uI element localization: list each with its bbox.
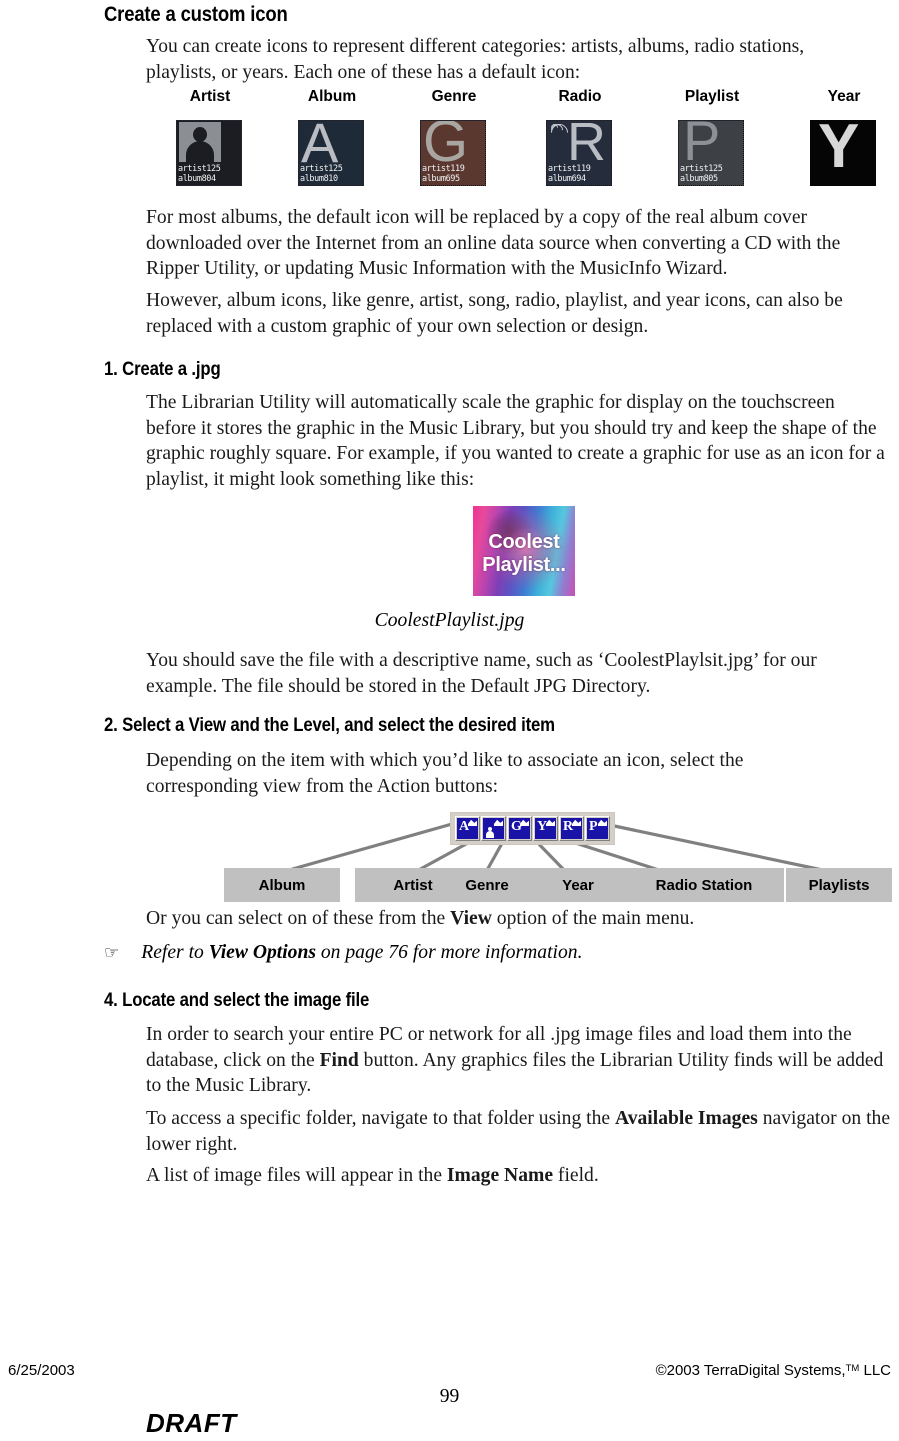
toolbar-glyph-album: A xyxy=(459,819,470,834)
action-button-genre[interactable]: G xyxy=(507,816,532,841)
default-icon-artist: artist125 album804 xyxy=(175,119,243,187)
footer-date: 6/25/2003 xyxy=(8,1362,75,1379)
action-button-album[interactable]: A xyxy=(455,816,480,841)
toolbar-glyph-radio: R xyxy=(563,819,574,834)
default-icon-year: Y xyxy=(810,120,876,186)
refer-to-note: ☞ Refer to View Options on page 76 for m… xyxy=(104,940,894,966)
section-2-menu-sentence: Or you can select on of these from the V… xyxy=(146,906,886,932)
paragraph-however: However, album icons, like genre, artist… xyxy=(146,290,843,337)
letter-p-glyph: P xyxy=(683,120,721,172)
note-pre: Refer to xyxy=(141,942,209,963)
person-silhouette-icon xyxy=(179,122,221,163)
s4p3-bold: Image Name xyxy=(446,1165,554,1186)
sample-image-line-1: Coolest xyxy=(488,531,560,553)
action-button-year[interactable]: Y xyxy=(533,816,558,841)
refer-to-note-text: Refer to View Options on page 76 for mor… xyxy=(141,942,582,963)
image-deco-icon xyxy=(572,819,581,826)
image-deco-icon xyxy=(546,819,555,826)
sample-image-caption: CoolestPlaylist.jpg xyxy=(374,610,525,631)
toolbar-glyph-playlists: P xyxy=(589,819,598,834)
s4p3-pre: A list of image files will appear in the xyxy=(146,1165,447,1186)
letter-r-glyph: R xyxy=(567,120,606,172)
image-deco-icon xyxy=(468,819,477,826)
section-4-paragraph-1: In order to search your entire PC or net… xyxy=(146,1022,891,1099)
note-bold: View Options xyxy=(208,942,316,963)
icon-meta-album: artist125 album810 xyxy=(300,164,343,184)
gallery-label-album: Album xyxy=(307,88,357,105)
footer-copyright: ©2003 TerraDigital Systems,TM LLC xyxy=(656,1362,891,1379)
draft-watermark: DRAFT xyxy=(146,1408,237,1438)
section-2-paragraph-1: Depending on the item with which you’d l… xyxy=(146,750,744,797)
section-2-heading: 2. Select a View and the Level, and sele… xyxy=(104,714,555,736)
gallery-label-year: Year xyxy=(827,88,861,105)
icon-meta-playlist: artist125 album805 xyxy=(680,164,723,184)
action-button-radio-station[interactable]: R xyxy=(559,816,584,841)
copyright-pre: ©2003 TerraDigital Systems, xyxy=(655,1362,846,1379)
footer-page-number: 99 xyxy=(439,1386,460,1407)
image-deco-icon xyxy=(494,819,503,826)
note-post: on page 76 for more information. xyxy=(315,942,583,963)
icon-meta-genre: artist119 album695 xyxy=(422,164,465,184)
letter-y-glyph: Y xyxy=(818,120,860,181)
menu-sentence-pre: Or you can select on of these from the xyxy=(146,908,451,929)
s4p2-pre: To access a specific folder, navigate to… xyxy=(146,1108,616,1129)
section-1-paragraph-1: The Librarian Utility will automatically… xyxy=(146,392,885,490)
action-button-artist[interactable] xyxy=(481,816,506,841)
document-page: Create a custom icon You can create icon… xyxy=(0,0,899,1441)
image-deco-icon xyxy=(598,819,607,826)
action-button-toolbar[interactable]: A G Y R P xyxy=(450,812,615,845)
default-icon-radio: R artist119 album694 xyxy=(546,120,612,186)
section-1-paragraph-2: You should save the file with a descript… xyxy=(146,650,817,697)
menu-sentence-post: option of the main menu. xyxy=(491,908,695,929)
callout-genre: Genre xyxy=(435,868,539,902)
gallery-label-genre: Genre xyxy=(431,88,477,105)
sample-image-line-2: Playlist... xyxy=(482,554,566,576)
toolbar-glyph-genre: G xyxy=(511,819,522,834)
section-4-paragraph-2: To access a specific folder, navigate to… xyxy=(146,1106,894,1157)
toolbar-glyph-year: Y xyxy=(537,819,548,834)
section-4-heading: 4. Locate and select the image file xyxy=(104,989,370,1011)
section-1-heading: 1. Create a .jpg xyxy=(104,358,221,380)
action-buttons-diagram: A G Y R P Album Artist Genre Year Radio … xyxy=(0,800,899,910)
icon-meta-radio: artist119 album694 xyxy=(548,164,591,184)
gallery-label-radio: Radio xyxy=(558,88,602,105)
default-icon-playlist: P artist125 album805 xyxy=(678,120,744,186)
action-button-playlists[interactable]: P xyxy=(585,816,610,841)
default-icon-album: A artist125 album810 xyxy=(297,119,365,187)
icon-meta-artist: artist125 album804 xyxy=(178,164,221,184)
callout-album: Album xyxy=(224,868,340,902)
section-4-paragraph-3: A list of image files will appear in the… xyxy=(146,1163,886,1189)
pointing-hand-icon: ☞ xyxy=(104,943,120,963)
copyright-post: LLC xyxy=(859,1362,891,1379)
callout-playlists: Playlists xyxy=(786,868,892,902)
person-glyph-icon xyxy=(486,827,494,838)
callout-year: Year xyxy=(530,868,626,902)
default-icon-genre: G artist119 album695 xyxy=(420,120,486,186)
trademark-mark: TM xyxy=(845,1363,860,1374)
menu-sentence-bold: View xyxy=(450,908,492,929)
default-icon-gallery: Artist Album Genre Radio Playlist Year a… xyxy=(0,0,899,200)
paragraph-album-covers: For most albums, the default icon will b… xyxy=(146,207,841,280)
s4p3-post: field. xyxy=(553,1165,599,1186)
gallery-label-playlist: Playlist xyxy=(684,88,740,105)
s4p1-bold: Find xyxy=(319,1049,359,1071)
callout-radio-station: Radio Station xyxy=(624,868,784,902)
s4p2-bold: Available Images xyxy=(615,1108,758,1129)
gallery-label-artist: Artist xyxy=(189,88,231,105)
sample-playlist-image: Coolest Playlist... xyxy=(473,506,575,596)
